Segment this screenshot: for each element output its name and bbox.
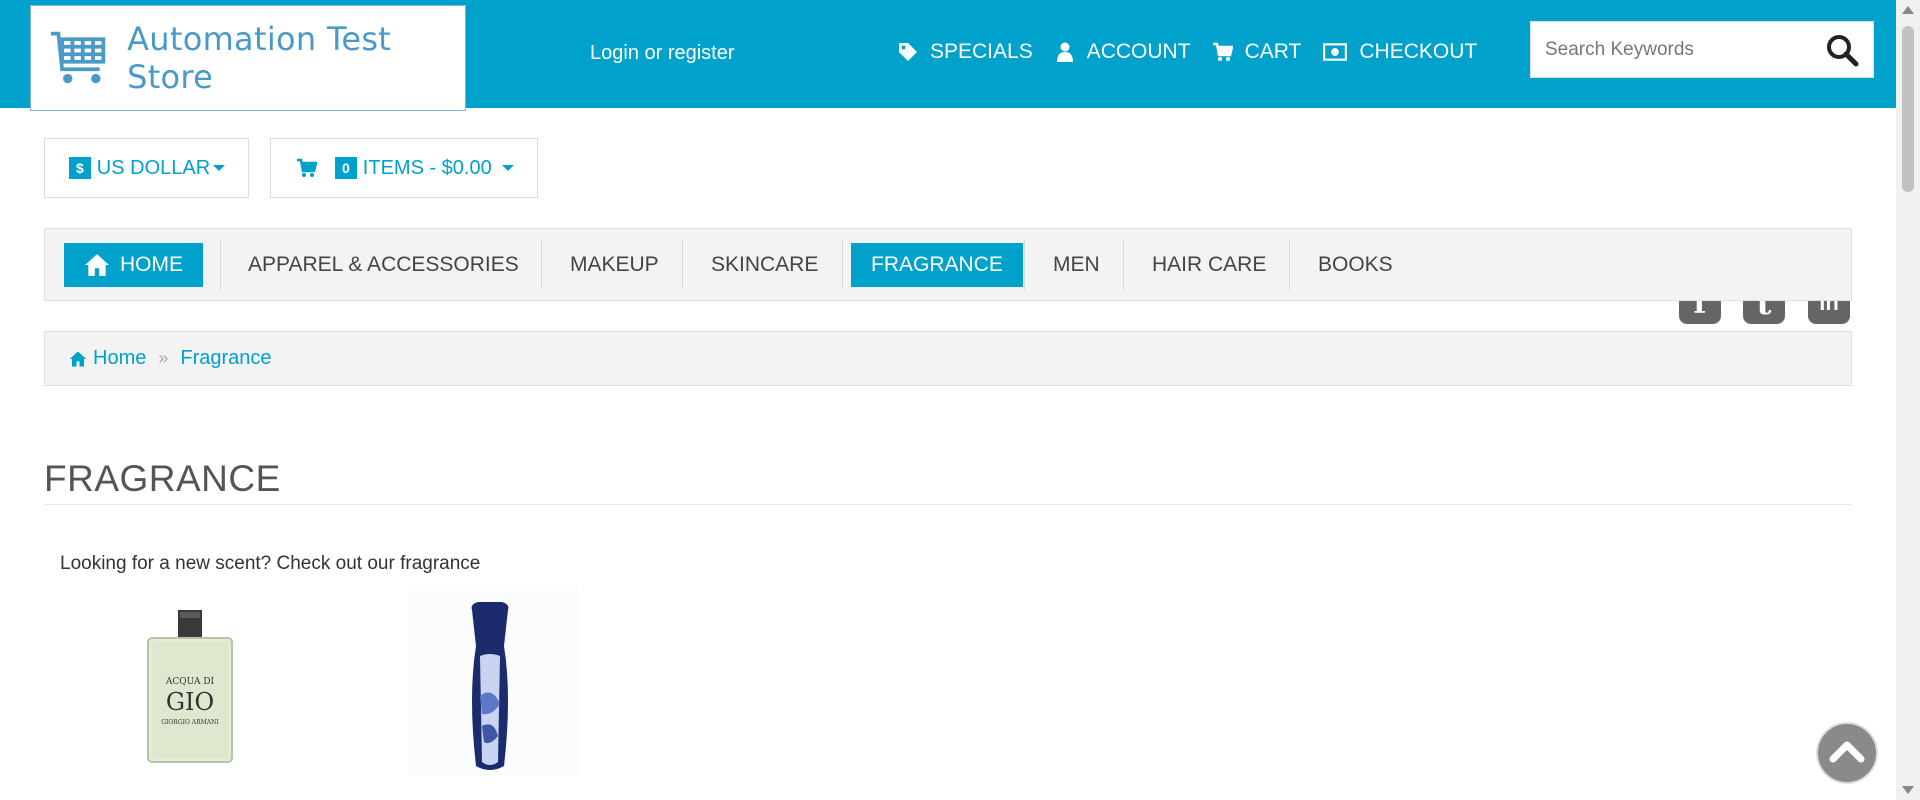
title-divider	[44, 504, 1852, 505]
menu-label-men: MEN	[1053, 253, 1100, 276]
bottle-label-line2: GIO	[166, 688, 214, 716]
product-image[interactable]	[408, 586, 578, 776]
menu-label-hair-care: HAIR CARE	[1152, 253, 1267, 276]
scroll-down-arrow-icon[interactable]	[1902, 786, 1914, 794]
menu-item-apparel[interactable]: APPAREL & ACCESSORIES	[228, 243, 539, 287]
menu-label-books: BOOKS	[1318, 253, 1393, 276]
menu-item-books[interactable]: BOOKS	[1298, 243, 1413, 287]
scrollbar-thumb[interactable]	[1902, 26, 1914, 192]
cart-label: CART	[1244, 40, 1302, 63]
menu-label-fragrance: FRAGRANCE	[871, 253, 1003, 276]
cart-summary-dropdown[interactable]: 0 ITEMS - $0.00	[270, 138, 538, 198]
account-label: ACCOUNT	[1086, 40, 1191, 63]
menu-divider	[220, 240, 221, 290]
home-icon	[85, 254, 109, 276]
account-link[interactable]: ACCOUNT	[1055, 40, 1191, 64]
chevron-up-icon	[1829, 741, 1865, 763]
store-name: Automation Test Store	[127, 20, 392, 96]
product-image[interactable]: ACQUA DI GIO GIORGIO ARMANI	[140, 606, 240, 766]
menu-item-home[interactable]: HOME	[64, 243, 203, 287]
menu-label-skincare: SKINCARE	[711, 253, 819, 276]
breadcrumb: Home » Fragrance	[44, 331, 1852, 386]
menu-divider	[541, 240, 542, 290]
menu-item-skincare[interactable]: SKINCARE	[691, 243, 838, 287]
menu-divider	[682, 240, 683, 290]
currency-selector[interactable]: $ US DOLLAR	[44, 138, 249, 198]
user-icon	[1056, 42, 1073, 62]
menu-label-makeup: MAKEUP	[570, 253, 659, 276]
page-title: FRAGRANCE	[44, 458, 281, 499]
back-to-top-button[interactable]	[1816, 722, 1878, 784]
page-scrollbar[interactable]	[1896, 0, 1920, 800]
menu-divider	[842, 240, 843, 290]
specials-label: SPECIALS	[930, 40, 1033, 63]
cart-total-label: ITEMS - $0.00	[362, 156, 492, 179]
menu-item-makeup[interactable]: MAKEUP	[550, 243, 679, 287]
search-input[interactable]	[1545, 38, 1825, 61]
checkout-label: CHECKOUT	[1359, 40, 1478, 63]
specials-link[interactable]: SPECIALS	[898, 40, 1033, 64]
store-logo[interactable]: Automation Test Store	[30, 5, 466, 111]
cologne-bottle-image: ACQUA DI GIO GIORGIO ARMANI	[147, 610, 233, 763]
menu-label-apparel: APPAREL & ACCESSORIES	[248, 253, 519, 276]
cart-icon	[1212, 42, 1233, 61]
double-chevron-right-icon: »	[158, 348, 169, 368]
breadcrumb-current-link[interactable]: Fragrance	[180, 347, 271, 370]
cart-link[interactable]: CART	[1212, 40, 1302, 64]
menu-label-home: HOME	[120, 253, 183, 276]
chevron-down-icon	[213, 165, 226, 171]
chevron-down-icon	[501, 165, 514, 171]
menu-item-men[interactable]: MEN	[1033, 243, 1120, 287]
menu-divider	[1024, 240, 1025, 290]
bottle-label-line3: GIORGIO ARMANI	[161, 719, 219, 726]
bottle-label-line1: ACQUA DI	[165, 677, 215, 687]
cart-icon	[297, 158, 317, 177]
perfume-bottle-image	[408, 586, 578, 776]
menu-divider	[1289, 240, 1290, 290]
search-box	[1530, 21, 1874, 78]
menu-item-fragrance[interactable]: FRAGRANCE	[851, 243, 1023, 287]
cart-count-badge: 0	[335, 157, 357, 179]
breadcrumb-home-link[interactable]: Home	[93, 347, 146, 370]
search-icon[interactable]	[1825, 33, 1859, 67]
home-icon	[69, 351, 87, 366]
currency-label: US DOLLAR	[96, 156, 211, 179]
money-icon	[1323, 43, 1348, 61]
currency-symbol: $	[69, 157, 91, 179]
category-description: Looking for a new scent? Check out our f…	[60, 553, 481, 574]
scroll-up-arrow-icon[interactable]	[1902, 6, 1914, 14]
shopping-cart-logo-icon	[50, 31, 106, 84]
login-register-link[interactable]: Login or register	[590, 42, 735, 65]
top-nav: SPECIALS ACCOUNT CART CHECKOUT	[898, 40, 1499, 64]
menu-divider	[1123, 240, 1124, 290]
menu-item-hair-care[interactable]: HAIR CARE	[1132, 243, 1286, 287]
checkout-link[interactable]: CHECKOUT	[1323, 40, 1477, 64]
tag-icon	[899, 43, 917, 61]
